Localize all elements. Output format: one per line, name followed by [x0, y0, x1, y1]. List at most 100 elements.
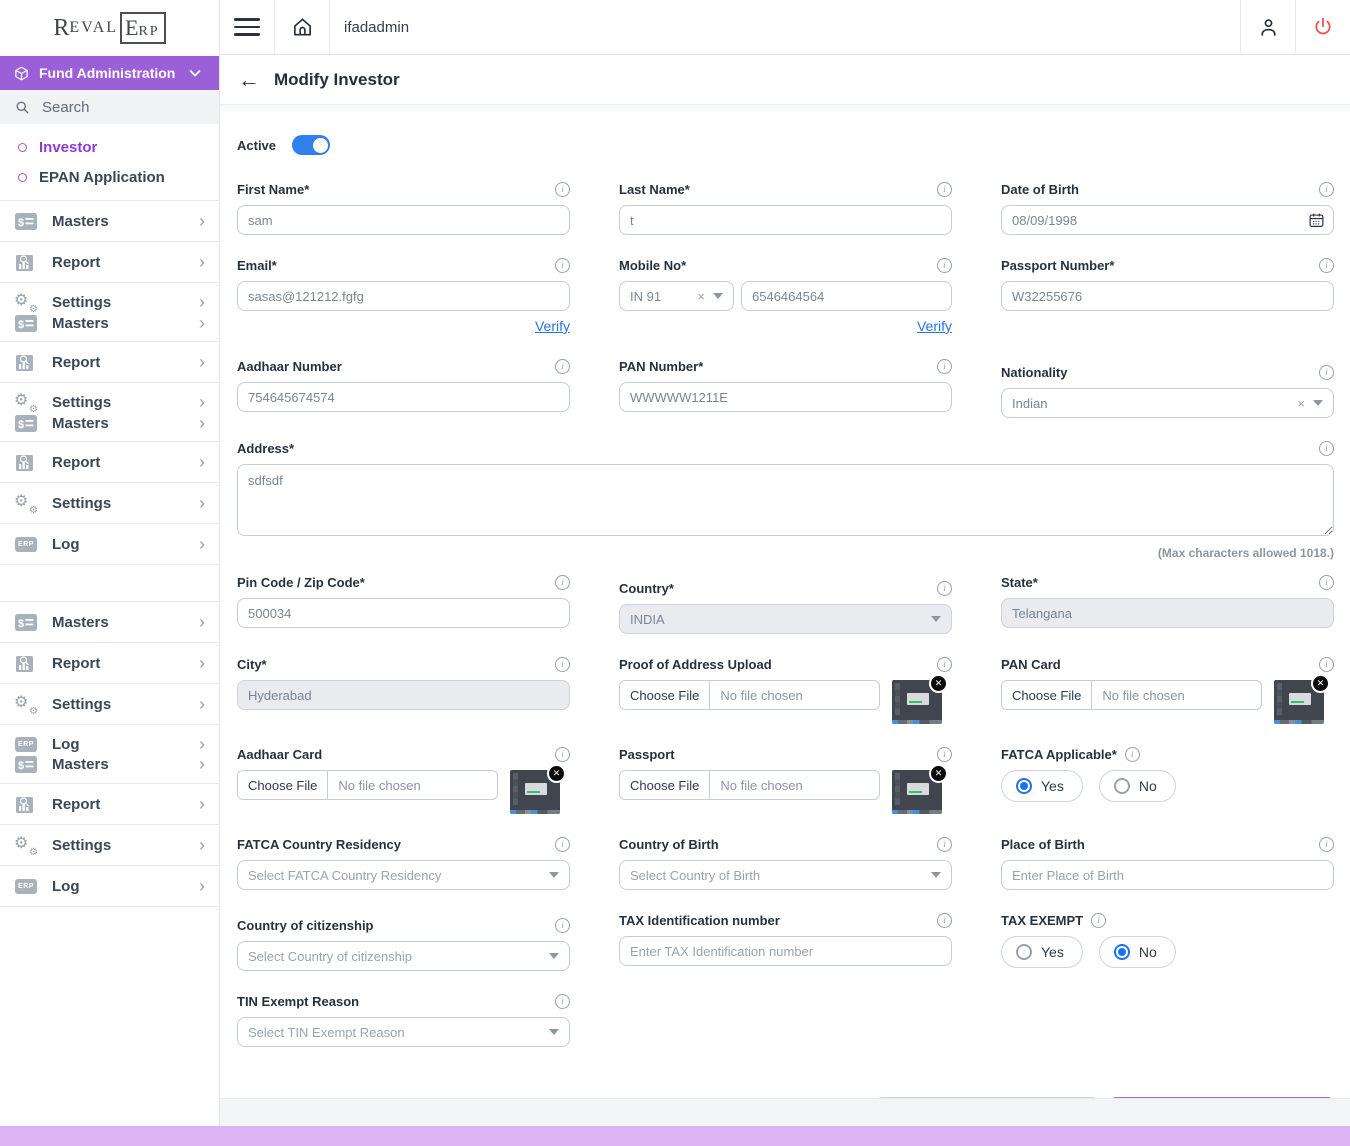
profile-button[interactable] — [1240, 0, 1295, 54]
active-toggle[interactable] — [292, 135, 330, 155]
info-icon[interactable]: i — [555, 575, 570, 590]
remove-file-icon[interactable]: ✕ — [1311, 674, 1330, 693]
sidebar-item-report[interactable]: Report › — [0, 342, 219, 383]
aadhaar-card-file-input[interactable]: Choose File No file chosen — [237, 770, 498, 800]
sidebar-item-settings[interactable]: ⚙⚙ Settings › — [0, 825, 219, 866]
field-date-of-birth: Date of Birthi — [1001, 181, 1334, 235]
verify-email-link[interactable]: Verify — [535, 318, 570, 334]
sidebar-item-epan-application[interactable]: EPAN Application — [0, 162, 219, 192]
info-icon[interactable]: i — [555, 994, 570, 1009]
info-icon[interactable]: i — [555, 837, 570, 852]
info-icon[interactable]: i — [555, 182, 570, 197]
info-icon[interactable]: i — [937, 657, 952, 672]
sidebar-item-settings[interactable]: ⚙⚙ Settings › — [0, 483, 219, 524]
country-code-select[interactable]: IN 91 × — [619, 281, 734, 311]
country-of-citizenship-select[interactable]: Select Country of citizenship — [237, 941, 570, 971]
tax-exempt-no-radio[interactable]: No — [1099, 936, 1176, 968]
info-icon[interactable]: i — [1091, 913, 1106, 928]
info-icon[interactable]: i — [555, 747, 570, 762]
aadhaar-number-input[interactable] — [237, 382, 570, 412]
choose-file-button[interactable]: Choose File — [620, 771, 710, 799]
info-icon[interactable]: i — [1319, 657, 1334, 672]
mobile-number-input[interactable] — [741, 281, 952, 311]
info-icon[interactable]: i — [1319, 182, 1334, 197]
passport-file-input[interactable]: Choose File No file chosen — [619, 770, 880, 800]
last-name-input[interactable] — [619, 205, 952, 235]
choose-file-button[interactable]: Choose File — [238, 771, 328, 799]
sidebar-item-settings-masters[interactable]: ⚙⚙ Settings › $ Masters › — [0, 283, 219, 342]
info-icon[interactable]: i — [555, 657, 570, 672]
verify-mobile-link[interactable]: Verify — [917, 318, 952, 334]
choose-file-button[interactable]: Choose File — [620, 681, 710, 709]
info-icon[interactable]: i — [937, 581, 952, 596]
info-icon[interactable]: i — [1319, 365, 1334, 380]
country-of-birth-select[interactable]: Select Country of Birth — [619, 860, 952, 890]
info-icon[interactable]: i — [1319, 258, 1334, 273]
remove-file-icon[interactable]: ✕ — [929, 674, 948, 693]
info-icon[interactable]: i — [1319, 837, 1334, 852]
sidebar-item-log[interactable]: ERP Log › — [0, 524, 219, 565]
logout-button[interactable] — [1295, 0, 1350, 54]
info-icon[interactable]: i — [937, 258, 952, 273]
proof-of-address-thumbnail[interactable]: ✕ — [892, 680, 942, 724]
passport-thumbnail[interactable]: ✕ — [892, 770, 942, 814]
home-button[interactable] — [275, 0, 330, 54]
sidebar-search[interactable]: Search — [0, 90, 219, 124]
proof-of-address-file-input[interactable]: Choose File No file chosen — [619, 680, 880, 710]
fatca-country-residency-select[interactable]: Select FATCA Country Residency — [237, 860, 570, 890]
info-icon[interactable]: i — [937, 359, 952, 374]
module-selector[interactable]: Fund Administration — [0, 56, 219, 90]
back-button[interactable]: ← — [238, 69, 260, 91]
svg-text:$: $ — [18, 760, 24, 772]
email-input[interactable] — [237, 281, 570, 311]
info-icon[interactable]: i — [937, 747, 952, 762]
pincode-input[interactable] — [237, 598, 570, 628]
field-aadhaar-number: Aadhaar Numberi — [237, 358, 570, 418]
menu-toggle-button[interactable] — [220, 0, 275, 54]
choose-file-button[interactable]: Choose File — [1002, 681, 1092, 709]
info-icon[interactable]: i — [1125, 747, 1140, 762]
sidebar-item-report[interactable]: Report › — [0, 784, 219, 825]
pan-card-file-input[interactable]: Choose File No file chosen — [1001, 680, 1262, 710]
place-of-birth-input[interactable] — [1001, 860, 1334, 890]
bullet-icon — [18, 143, 27, 152]
info-icon[interactable]: i — [1319, 575, 1334, 590]
field-passport-number: Passport Number*i — [1001, 257, 1334, 336]
info-icon[interactable]: i — [937, 837, 952, 852]
fatca-yes-radio[interactable]: Yes — [1001, 770, 1083, 802]
nationality-select[interactable]: Indian × — [1001, 388, 1334, 418]
date-of-birth-input[interactable] — [1001, 205, 1334, 235]
aadhaar-card-thumbnail[interactable]: ✕ — [510, 770, 560, 814]
pan-number-input[interactable] — [619, 382, 952, 412]
sidebar-item-settings[interactable]: ⚙⚙ Settings › — [0, 684, 219, 725]
info-icon[interactable]: i — [937, 182, 952, 197]
pan-card-thumbnail[interactable]: ✕ — [1274, 680, 1324, 724]
remove-file-icon[interactable]: ✕ — [547, 764, 566, 783]
sidebar-item-log[interactable]: ERP Log › — [0, 866, 219, 907]
passport-number-input[interactable] — [1001, 281, 1334, 311]
clear-icon[interactable]: × — [1297, 396, 1305, 411]
tax-identification-input[interactable] — [619, 936, 952, 966]
sidebar-item-masters[interactable]: $ Masters › — [0, 602, 219, 643]
sidebar-item-investor[interactable]: Investor — [0, 132, 219, 162]
info-icon[interactable]: i — [555, 359, 570, 374]
fatca-no-radio[interactable]: No — [1099, 770, 1176, 802]
info-icon[interactable]: i — [1319, 441, 1334, 456]
sidebar-item-report[interactable]: Report › — [0, 242, 219, 283]
info-icon[interactable]: i — [555, 918, 570, 933]
first-name-input[interactable] — [237, 205, 570, 235]
clear-icon[interactable]: × — [697, 289, 705, 304]
tax-exempt-yes-radio[interactable]: Yes — [1001, 936, 1083, 968]
sidebar-item-log-masters[interactable]: ERP Log › $ Masters › — [0, 725, 219, 784]
info-icon[interactable]: i — [937, 913, 952, 928]
info-icon[interactable]: i — [555, 258, 570, 273]
address-textarea[interactable]: sdfsdf — [237, 464, 1334, 536]
sidebar-item-settings-masters[interactable]: ⚙⚙ Settings › $ Masters › — [0, 383, 219, 442]
sidebar-item-report[interactable]: Report › — [0, 643, 219, 684]
tin-exempt-reason-select[interactable]: Select TIN Exempt Reason — [237, 1017, 570, 1047]
sidebar-item-masters[interactable]: $ Masters › — [0, 201, 219, 242]
field-email: Email*i Verify — [237, 257, 570, 336]
remove-file-icon[interactable]: ✕ — [929, 764, 948, 783]
calendar-icon[interactable] — [1308, 212, 1325, 229]
sidebar-item-report[interactable]: Report › — [0, 442, 219, 483]
